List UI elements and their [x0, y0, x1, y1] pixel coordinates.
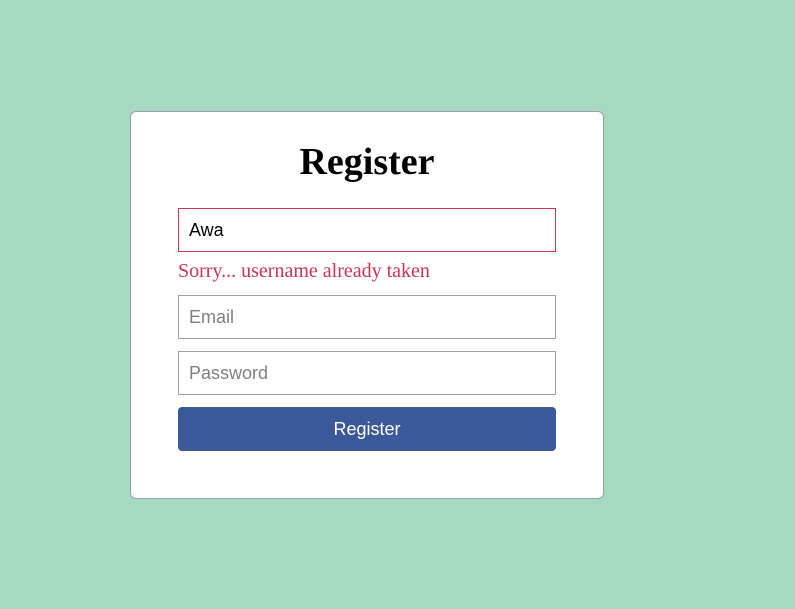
username-error-message: Sorry... username already taken — [178, 260, 556, 283]
page-title: Register — [299, 140, 434, 184]
register-form: Sorry... username already taken Register — [178, 208, 556, 451]
email-group — [178, 295, 556, 339]
register-card: Register Sorry... username already taken… — [130, 111, 604, 499]
username-input[interactable] — [178, 208, 556, 252]
username-group: Sorry... username already taken — [178, 208, 556, 283]
password-input[interactable] — [178, 351, 556, 395]
email-input[interactable] — [178, 295, 556, 339]
password-group — [178, 351, 556, 395]
register-button[interactable]: Register — [178, 407, 556, 451]
